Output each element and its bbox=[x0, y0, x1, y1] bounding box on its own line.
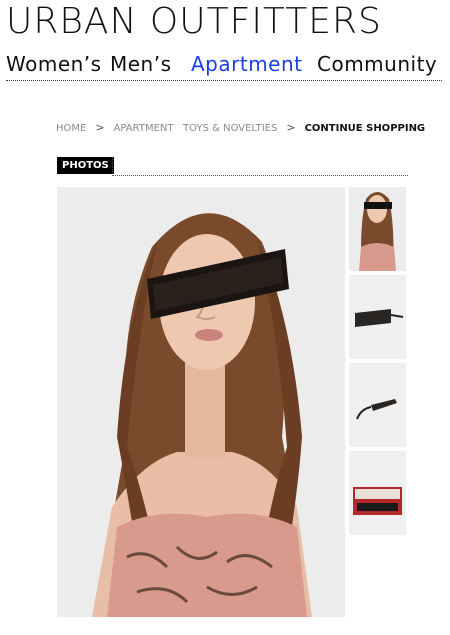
tab-photos[interactable]: PHOTOS bbox=[57, 157, 114, 174]
tab-divider bbox=[112, 157, 113, 174]
glasses-front-icon bbox=[349, 275, 406, 359]
thumbnail-model[interactable] bbox=[349, 187, 406, 271]
breadcrumb-separator: > bbox=[286, 121, 296, 134]
nav-womens[interactable]: Women’s bbox=[6, 50, 102, 78]
main-product-photo[interactable] bbox=[57, 187, 345, 617]
glasses-side-icon bbox=[349, 363, 406, 447]
packaging-icon bbox=[349, 451, 406, 535]
breadcrumb: HOME > APARTMENT TOYS & NOVELTIES > CONTINUE… bbox=[56, 120, 425, 136]
model-thumbnail-icon bbox=[349, 187, 406, 271]
breadcrumb-continue-shopping[interactable]: CONTINUE SHOPPING bbox=[305, 121, 426, 137]
main-nav: Women’s Men’s Apartment Community bbox=[6, 50, 450, 80]
model-photo-icon bbox=[57, 187, 345, 617]
thumbnail-glasses-side[interactable] bbox=[349, 363, 406, 447]
thumbnail-strip bbox=[349, 187, 406, 539]
thumbnail-packaging[interactable] bbox=[349, 451, 406, 535]
photos-rule bbox=[112, 175, 408, 176]
nav-apartment[interactable]: Apartment bbox=[191, 50, 303, 78]
nav-community[interactable]: Community bbox=[317, 50, 437, 78]
nav-divider bbox=[6, 80, 442, 81]
breadcrumb-apartment[interactable]: APARTMENT bbox=[114, 121, 174, 137]
site-logo[interactable]: URBAN OUTFITTERS bbox=[6, 2, 382, 42]
nav-mens[interactable]: Men’s bbox=[110, 50, 172, 78]
breadcrumb-toys-novelties[interactable]: TOYS & NOVELTIES bbox=[183, 121, 277, 137]
thumbnail-glasses-front[interactable] bbox=[349, 275, 406, 359]
breadcrumb-separator: > bbox=[95, 121, 105, 134]
breadcrumb-home[interactable]: HOME bbox=[56, 121, 86, 137]
